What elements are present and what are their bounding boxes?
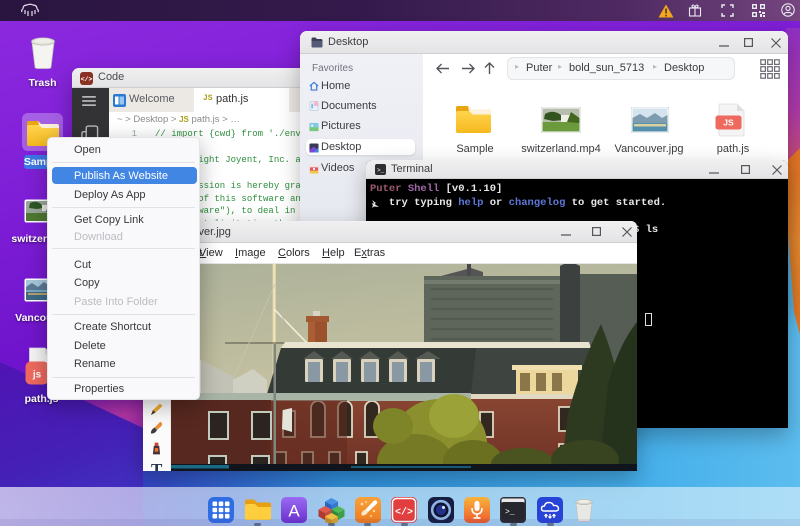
svg-text:JS: JS	[723, 118, 734, 128]
svg-text:</>: </>	[81, 76, 93, 83]
svg-text:js: js	[32, 370, 42, 381]
svg-text:>_: >_	[377, 167, 385, 174]
svg-text:</>: </>	[395, 507, 413, 519]
svg-text:>_: >_	[505, 508, 515, 517]
svg-text:A: A	[288, 502, 300, 521]
